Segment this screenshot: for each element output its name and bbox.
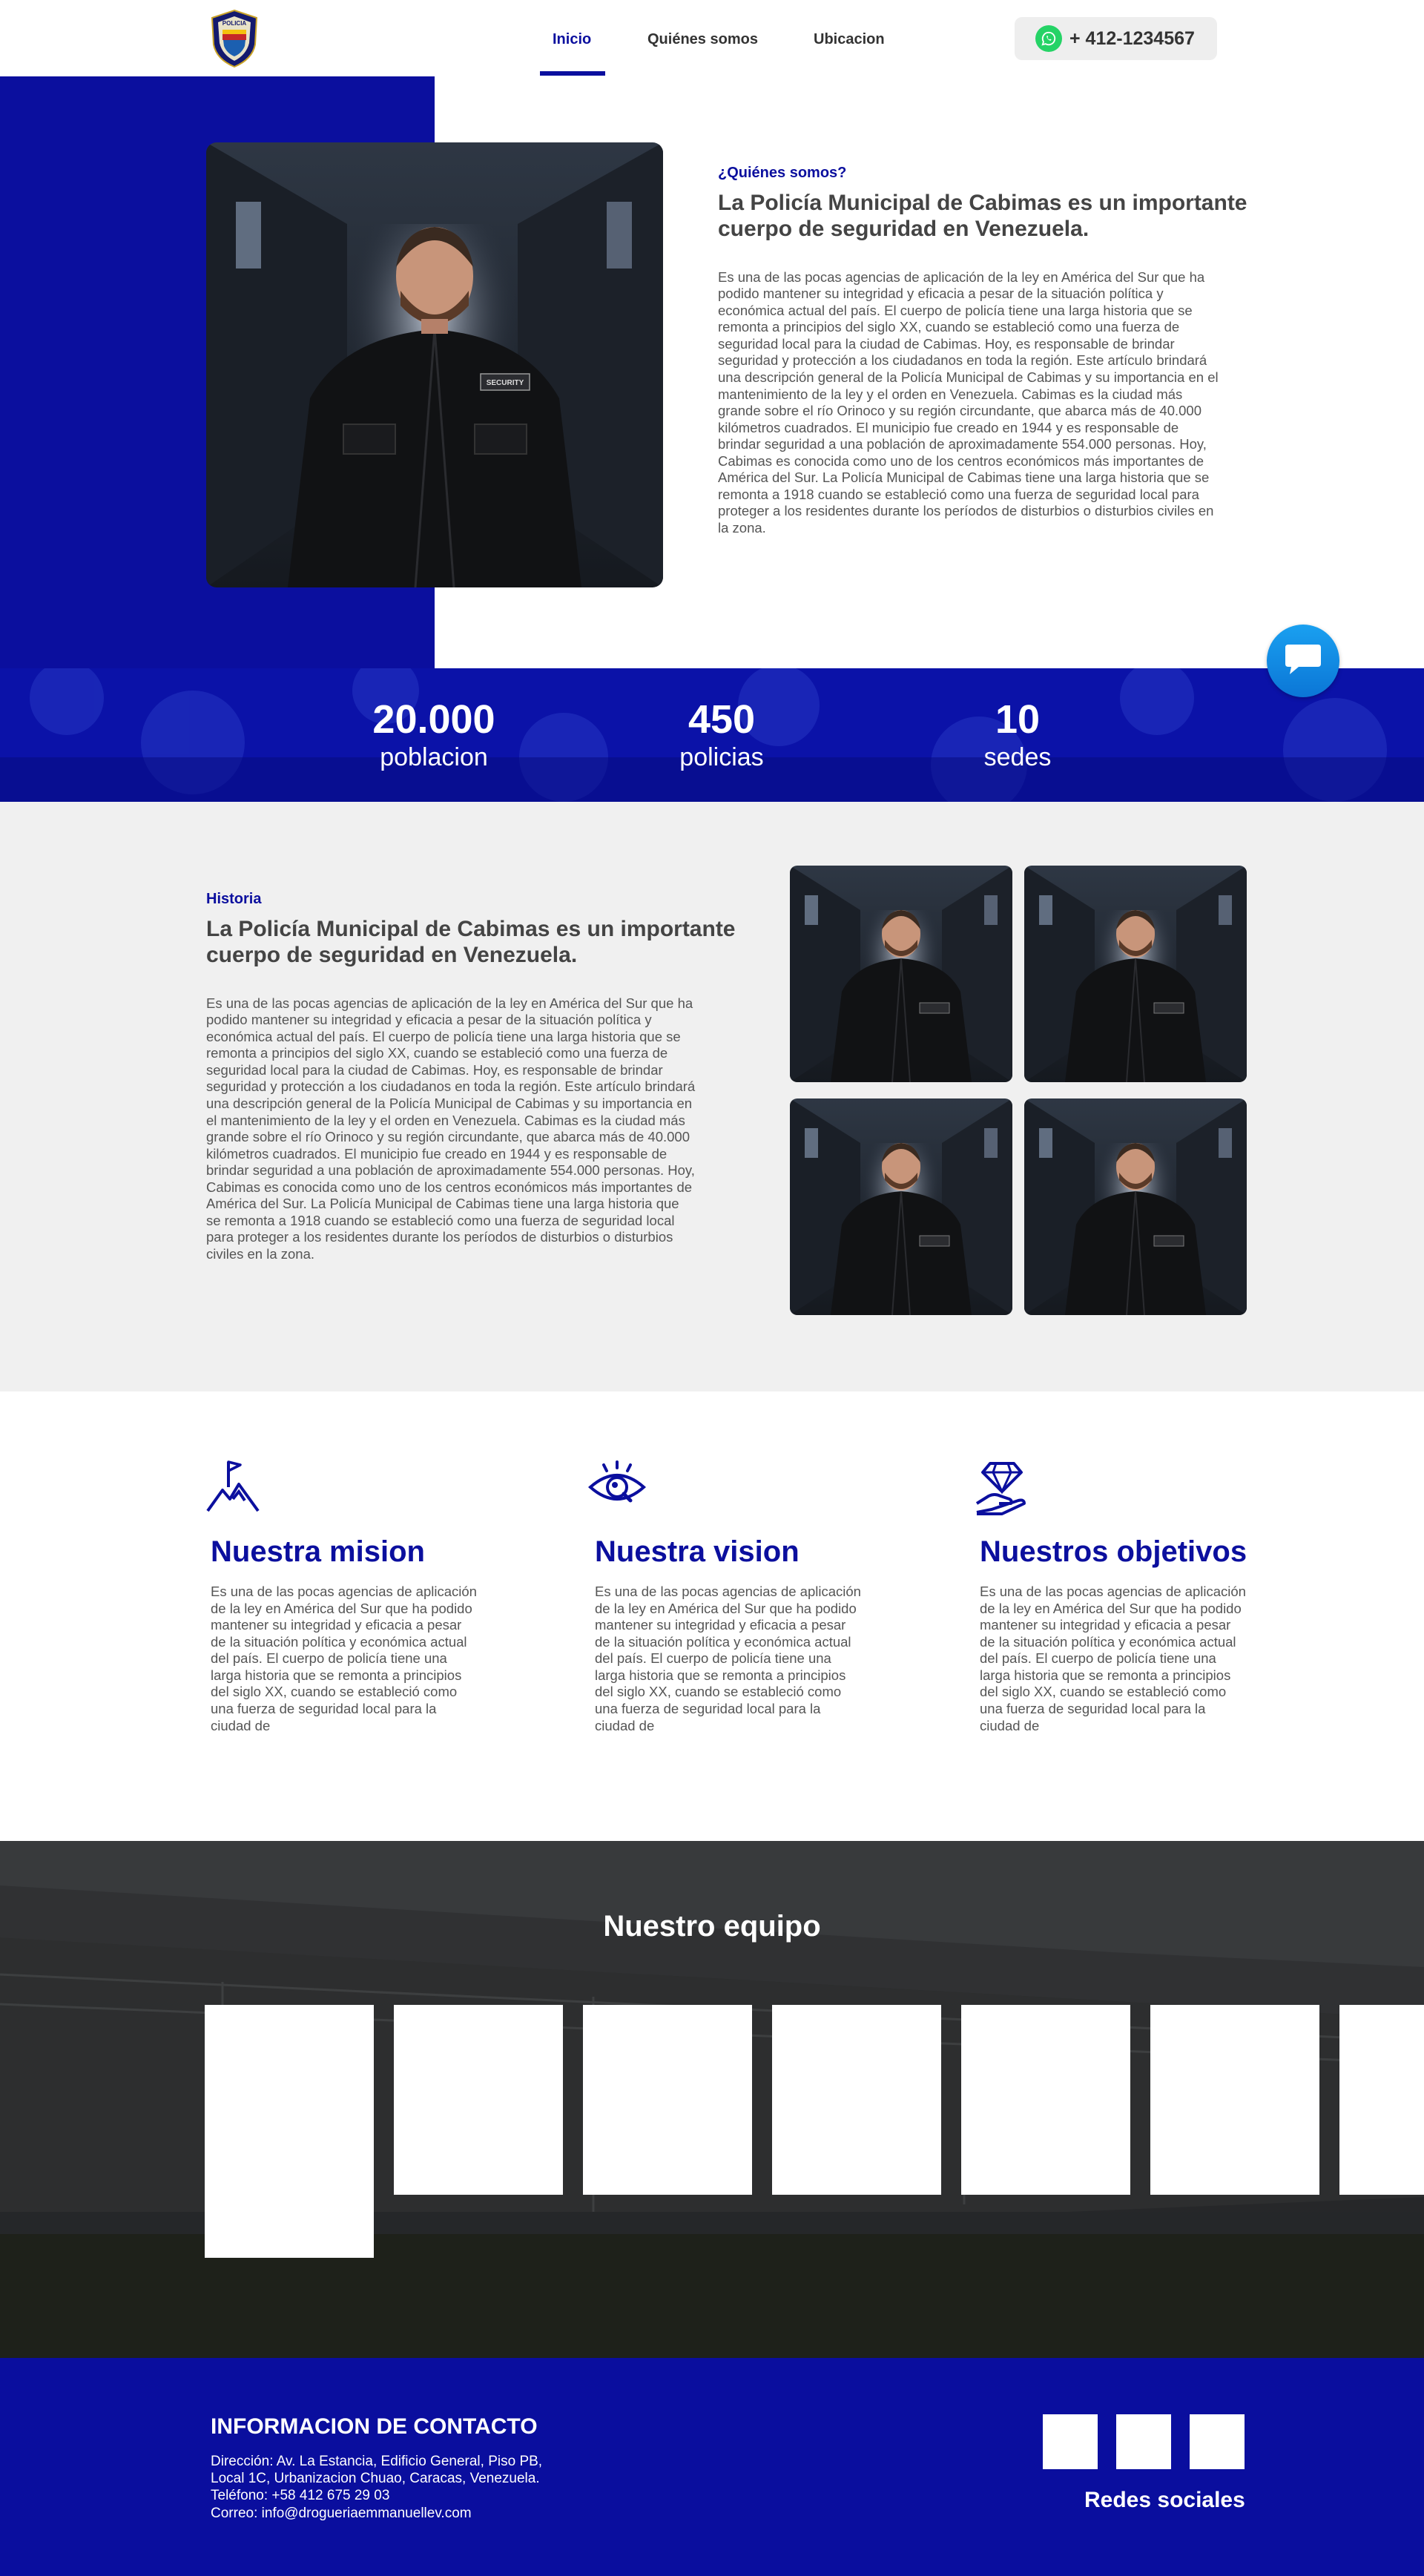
nav-link-ubicacion[interactable]: Ubicacion [814, 31, 885, 48]
team-card[interactable] [205, 2005, 374, 2258]
phone-button[interactable]: + 412-1234567 [1015, 17, 1217, 60]
vision-body: Es una de las pocas agencias de aplicaci… [595, 1584, 861, 1733]
team-card[interactable] [583, 2005, 752, 2195]
logo-text: POLICIA [222, 20, 247, 27]
gallery-photo [790, 1098, 1012, 1315]
stat-value: 10 [995, 697, 1041, 742]
gallery-photo [1024, 1098, 1247, 1315]
footer: INFORMACION DE CONTACTO Dirección: Av. L… [0, 2358, 1424, 2576]
objetivos-body: Es una de las pocas agencias de aplicaci… [980, 1584, 1246, 1733]
mision-body: Es una de las pocas agencias de aplicaci… [211, 1584, 477, 1733]
team-title: Nuestro equipo [603, 1910, 821, 1943]
stat-poblacion: 20.000 poblacion [360, 699, 508, 773]
gallery-photo [1024, 866, 1247, 1082]
footer-title: INFORMACION DE CONTACTO [211, 2414, 538, 2439]
security-badge-text: SECURITY [487, 379, 524, 387]
stat-value: 450 [688, 697, 756, 742]
stat-label: poblacion [380, 743, 488, 771]
stat-value: 20.000 [372, 697, 495, 742]
gallery-photo [790, 866, 1012, 1082]
police-logo[interactable]: POLICIA [208, 9, 261, 68]
objetivos-title: Nuestros objetivos [980, 1535, 1247, 1568]
navbar: POLICIA Inicio Quiénes somos Ubicacion +… [0, 0, 1424, 76]
social-link[interactable] [1116, 2414, 1171, 2469]
stat-sedes: 10 sedes [943, 699, 1092, 773]
social-link[interactable] [1043, 2414, 1098, 2469]
mision-column: Nuestra mision Es una de las pocas agenc… [206, 1457, 485, 1734]
chat-button[interactable] [1267, 625, 1339, 697]
about-eyebrow: ¿Quiénes somos? [718, 165, 847, 181]
nav-link-inicio[interactable]: Inicio [553, 31, 591, 48]
team-card[interactable] [394, 2005, 563, 2195]
history-text: Historia La Policía Municipal de Cabimas… [206, 891, 755, 1263]
diamond-hand-icon [975, 1462, 1026, 1515]
stat-policias: 450 policias [647, 699, 796, 773]
history-section: Historia La Policía Municipal de Cabimas… [0, 802, 1424, 1391]
about-body: Es una de las pocas agencias de aplicaci… [718, 269, 1219, 536]
mountain-flag-icon [206, 1460, 260, 1512]
officer-photo: SECURITY [206, 142, 663, 587]
phone-number: + 412-1234567 [1069, 27, 1195, 49]
contact-email[interactable]: Correo: info@drogueriaemmanuellev.com [211, 2505, 542, 2522]
about-section: ¿Quiénes somos? La Policía Municipal de … [718, 165, 1252, 537]
team-section: Nuestro equipo [0, 1841, 1424, 2358]
objetivos-column: Nuestros objetivos Es una de las pocas a… [975, 1457, 1254, 1734]
about-title: La Policía Municipal de Cabimas es un im… [718, 191, 1247, 241]
contact-address-line-2: Local 1C, Urbanizacion Chuao, Caracas, V… [211, 2471, 540, 2487]
vision-column: Nuestra vision Es una de las pocas agenc… [587, 1457, 869, 1734]
social-label: Redes sociales [1084, 2488, 1245, 2512]
stats-band: 20.000 poblacion 450 policias 10 sedes [0, 668, 1424, 802]
social-link[interactable] [1190, 2414, 1245, 2469]
stat-label: sedes [983, 743, 1052, 771]
team-card[interactable] [1339, 2005, 1424, 2195]
mision-title: Nuestra mision [211, 1535, 425, 1568]
team-card[interactable] [961, 2005, 1130, 2195]
contact-info: Dirección: Av. La Estancia, Edificio Gen… [211, 2453, 542, 2522]
contact-phone: Teléfono: +58 412 675 29 03 [211, 2488, 390, 2504]
history-body: Es una de las pocas agencias de aplicaci… [206, 995, 696, 1262]
nav-link-quienes-somos[interactable]: Quiénes somos [647, 31, 758, 48]
page: POLICIA Inicio Quiénes somos Ubicacion +… [0, 0, 1424, 2576]
eye-search-icon [587, 1460, 647, 1503]
stat-label: policias [679, 743, 764, 771]
team-card[interactable] [1150, 2005, 1319, 2195]
team-card[interactable] [772, 2005, 941, 2195]
contact-address-line-1: Dirección: Av. La Estancia, Edificio Gen… [211, 2454, 543, 2469]
vision-title: Nuestra vision [595, 1535, 800, 1568]
history-eyebrow: Historia [206, 891, 262, 907]
history-title: La Policía Municipal de Cabimas es un im… [206, 917, 736, 967]
active-nav-indicator [540, 71, 605, 76]
chat-bubble-icon [1285, 645, 1321, 674]
whatsapp-icon [1035, 25, 1062, 52]
